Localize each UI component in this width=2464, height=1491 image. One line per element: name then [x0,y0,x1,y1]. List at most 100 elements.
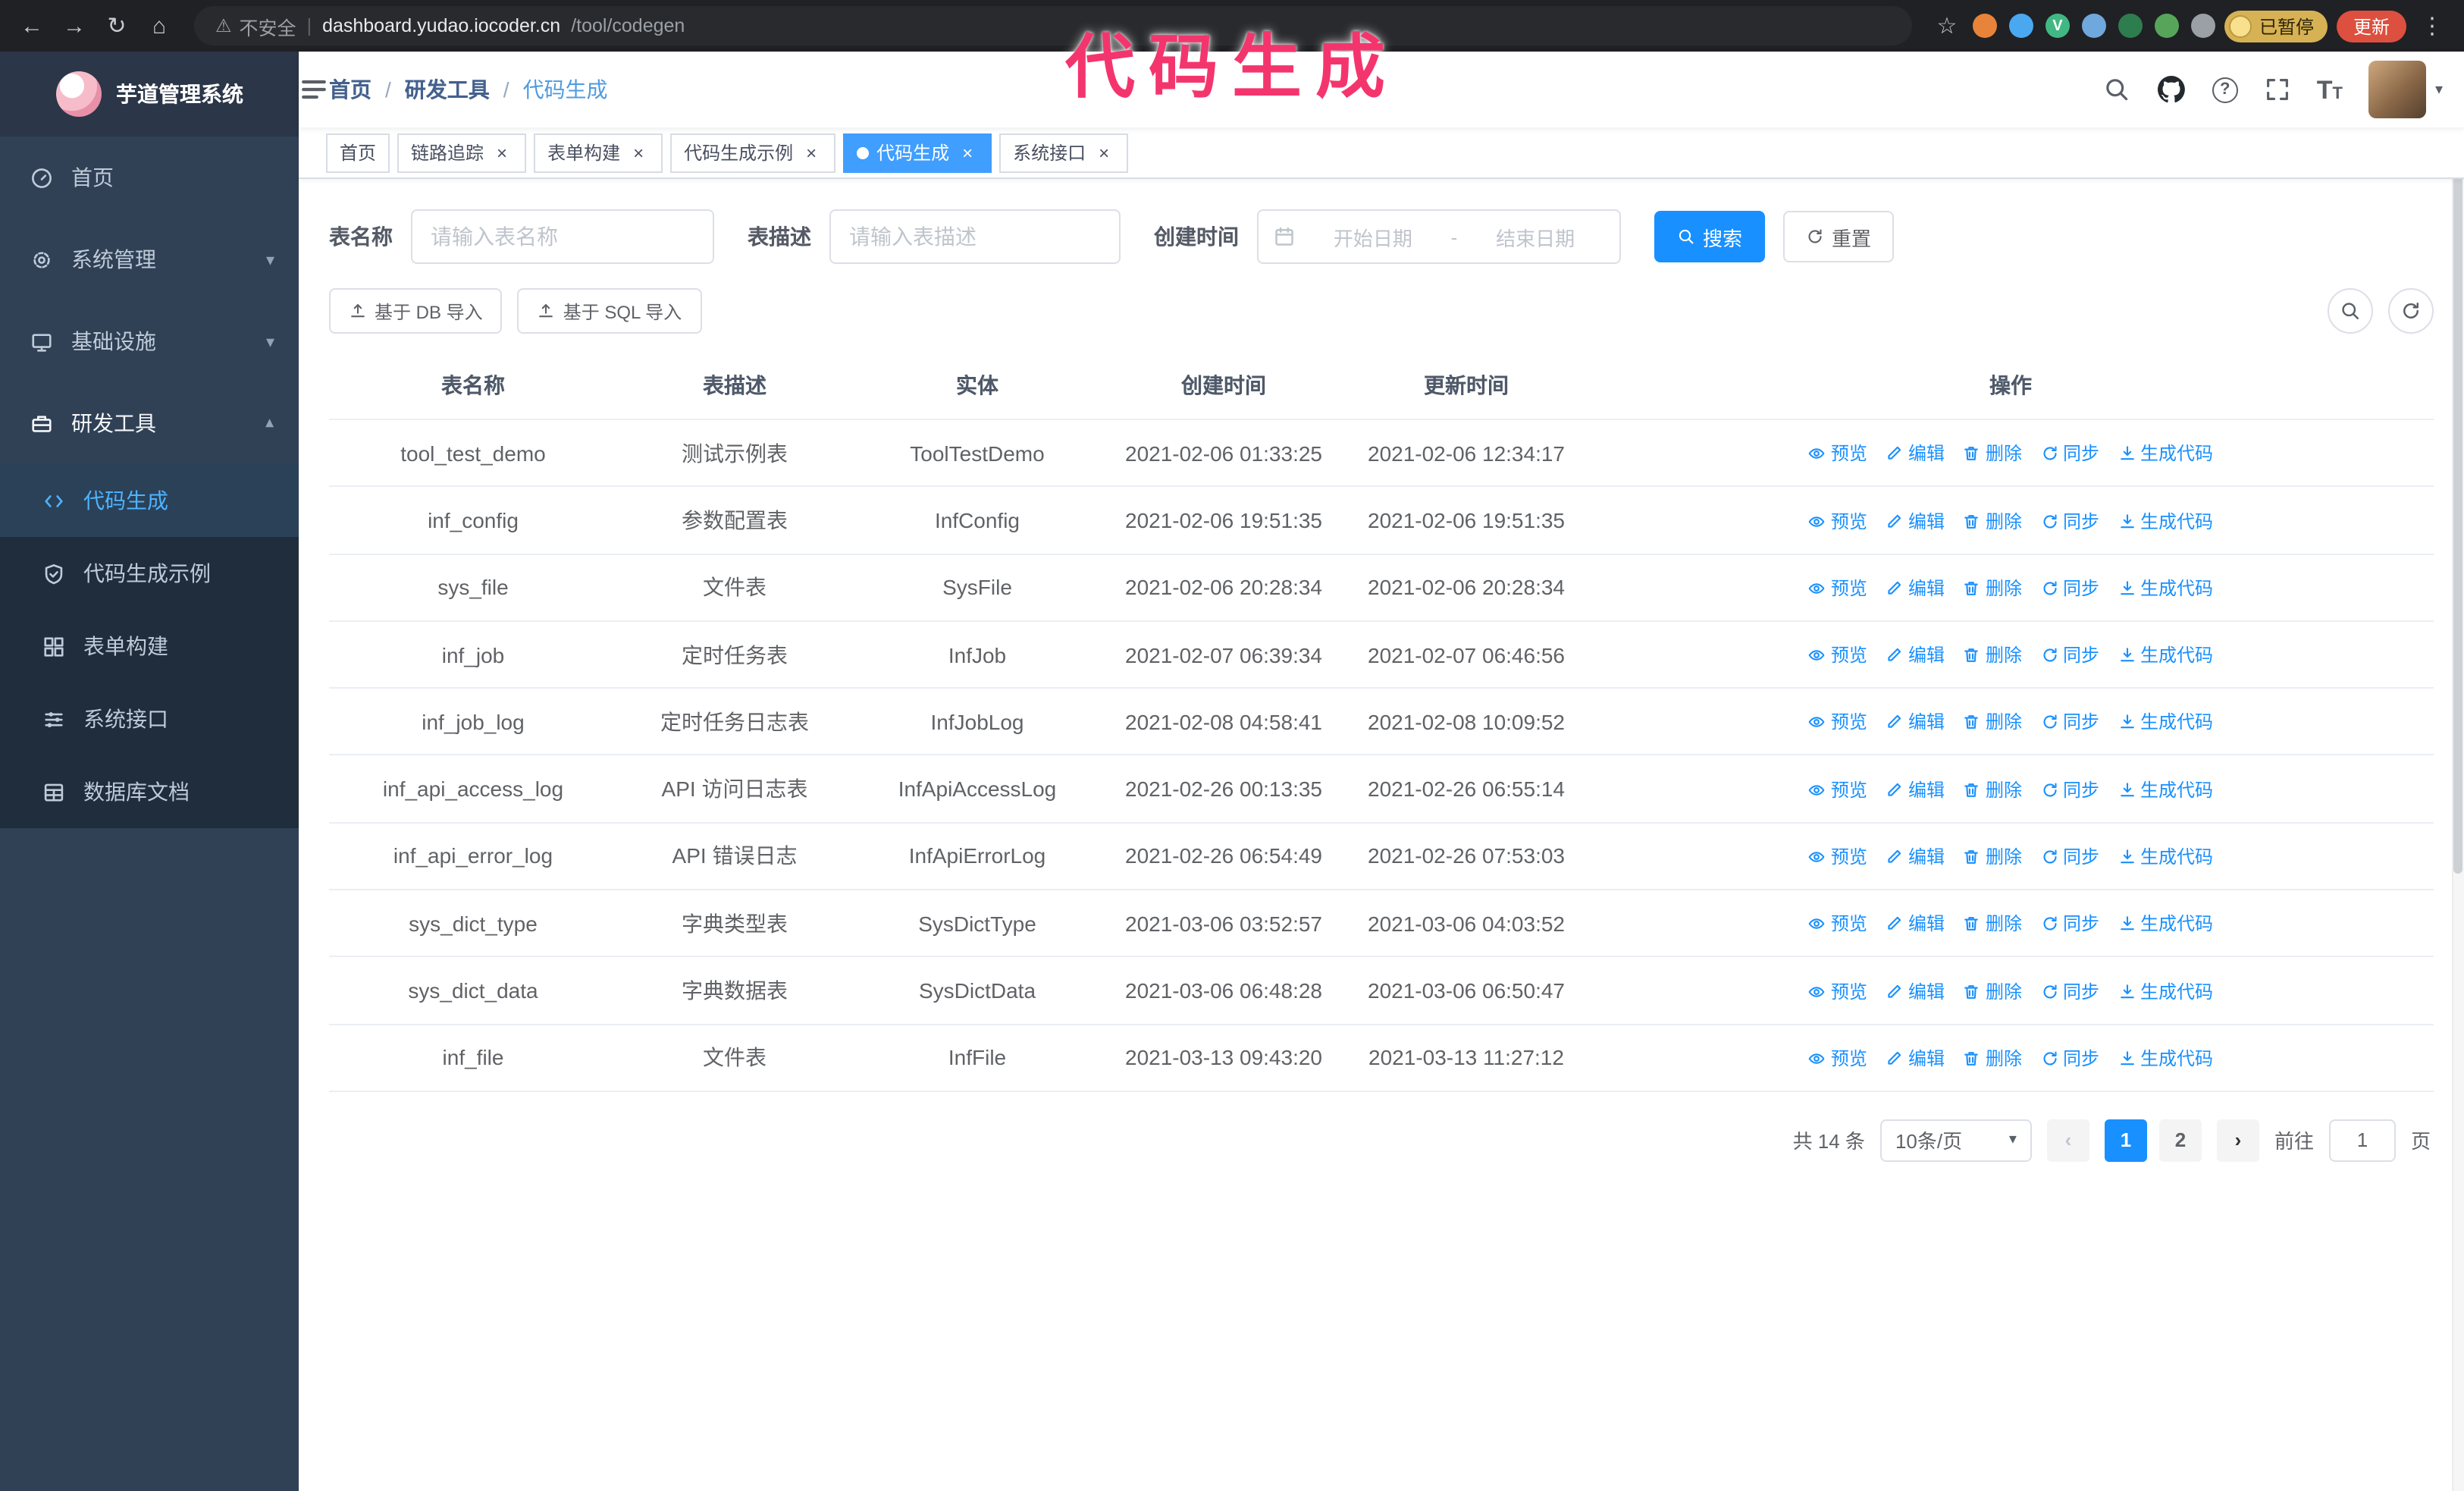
sidebar-item[interactable]: 基础设施 ▾ [0,300,299,382]
edit-link[interactable]: 编辑 [1886,639,1945,672]
generate-code-link[interactable]: 生成代码 [2118,639,2213,672]
import-sql-button[interactable]: 基于 SQL 导入 [517,288,702,334]
sync-link[interactable]: 同步 [2040,572,2099,605]
preview-link[interactable]: 预览 [1808,840,1867,874]
toggle-search-button[interactable] [2328,288,2373,334]
water-drop-extension-icon[interactable] [2008,14,2033,38]
close-icon[interactable]: × [628,142,649,163]
delete-link[interactable]: 删除 [1963,774,2022,807]
close-icon[interactable]: × [491,142,513,163]
contacts-extension-icon[interactable] [2081,14,2106,38]
forward-icon[interactable]: → [58,14,91,37]
sync-link[interactable]: 同步 [2040,504,2099,538]
sidebar-item[interactable]: 系统管理 ▾ [0,218,299,300]
close-icon[interactable]: × [957,142,978,163]
leaf-extension-icon[interactable] [2154,14,2179,38]
sidebar-subitem[interactable]: 系统接口 [0,683,299,755]
sidebar-subitem[interactable]: 表单构建 [0,610,299,683]
delete-link[interactable]: 删除 [1963,639,2022,672]
preview-link[interactable]: 预览 [1808,1042,1867,1075]
generate-code-link[interactable]: 生成代码 [2118,706,2213,739]
fullscreen-icon[interactable] [2264,76,2291,103]
delete-link[interactable]: 删除 [1963,1042,2022,1075]
next-page-button[interactable]: › [2216,1119,2259,1162]
refresh-table-button[interactable] [2388,288,2434,334]
puzzle-extension-icon[interactable] [2190,14,2215,38]
generate-code-link[interactable]: 生成代码 [2118,438,2213,471]
tab[interactable]: 系统接口 × [999,133,1129,172]
edit-link[interactable]: 编辑 [1886,504,1945,538]
goto-page-input[interactable] [2328,1119,2396,1162]
app-logo[interactable]: 芋道管理系统 [0,52,299,137]
edit-link[interactable]: 编辑 [1886,840,1945,874]
edit-link[interactable]: 编辑 [1886,1042,1945,1075]
github-icon[interactable] [2156,74,2187,105]
delete-link[interactable]: 删除 [1963,504,2022,538]
search-button[interactable]: 搜索 [1654,211,1766,262]
sidebar-subitem[interactable]: 数据库文档 [0,755,299,828]
fox-extension-icon[interactable] [1972,14,1997,38]
preview-link[interactable]: 预览 [1808,908,1867,941]
tab[interactable]: 首页 [326,133,390,172]
sync-link[interactable]: 同步 [2040,706,2099,739]
reload-icon[interactable]: ↻ [100,14,133,37]
back-icon[interactable]: ← [15,14,49,37]
chrome-menu-icon[interactable]: ⋮ [2415,14,2449,37]
import-db-button[interactable]: 基于 DB 导入 [329,288,503,334]
sync-link[interactable]: 同步 [2040,840,2099,874]
sidebar-subitem[interactable]: 代码生成 [0,464,299,537]
help-icon[interactable]: ? [2212,77,2238,102]
delete-link[interactable]: 删除 [1963,572,2022,605]
delete-link[interactable]: 删除 [1963,438,2022,471]
preview-link[interactable]: 预览 [1808,975,1867,1008]
reset-button[interactable]: 重置 [1783,211,1895,262]
sync-link[interactable]: 同步 [2040,774,2099,807]
close-icon[interactable]: × [801,142,822,163]
hamburger-icon[interactable] [299,74,329,105]
tab[interactable]: 代码生成 × [843,133,992,172]
generate-code-link[interactable]: 生成代码 [2118,908,2213,941]
prev-page-button[interactable]: ‹ [2046,1119,2089,1162]
breadcrumb-item[interactable]: 研发工具 [405,74,490,105]
search-icon[interactable] [2103,76,2130,103]
security-chip[interactable]: ⚠ 不安全 [215,11,296,40]
edit-link[interactable]: 编辑 [1886,975,1945,1008]
preview-link[interactable]: 预览 [1808,572,1867,605]
sync-link[interactable]: 同步 [2040,639,2099,672]
generate-code-link[interactable]: 生成代码 [2118,975,2213,1008]
sync-link[interactable]: 同步 [2040,975,2099,1008]
sidebar-subitem[interactable]: 代码生成示例 [0,537,299,610]
page-scrollbar[interactable] [2452,52,2464,1491]
preview-link[interactable]: 预览 [1808,774,1867,807]
tab[interactable]: 代码生成示例 × [670,133,836,172]
edit-link[interactable]: 编辑 [1886,572,1945,605]
page-button[interactable]: 2 [2158,1119,2202,1162]
table-name-input[interactable] [411,209,714,264]
profile-paused-badge[interactable]: 已暂停 [2224,10,2328,42]
generate-code-link[interactable]: 生成代码 [2118,572,2213,605]
tab[interactable]: 表单构建 × [534,133,663,172]
font-size-icon[interactable]: TT [2317,77,2343,102]
bookmark-star-icon[interactable]: ☆ [1930,14,1964,37]
chrome-update-button[interactable]: 更新 [2336,10,2406,42]
teal-badge-extension-icon[interactable] [2118,14,2143,38]
preview-link[interactable]: 预览 [1808,438,1867,471]
delete-link[interactable]: 删除 [1963,706,2022,739]
page-button[interactable]: 1 [2104,1119,2147,1162]
sidebar-item[interactable]: 首页 [0,137,299,218]
delete-link[interactable]: 删除 [1963,840,2022,874]
edit-link[interactable]: 编辑 [1886,706,1945,739]
tab[interactable]: 链路追踪 × [397,133,527,172]
delete-link[interactable]: 删除 [1963,975,2022,1008]
generate-code-link[interactable]: 生成代码 [2118,504,2213,538]
sync-link[interactable]: 同步 [2040,438,2099,471]
create-time-range-picker[interactable]: 开始日期 - 结束日期 [1257,209,1621,264]
sidebar-item[interactable]: 研发工具 ▾ [0,382,299,464]
home-icon[interactable]: ⌂ [143,14,176,37]
edit-link[interactable]: 编辑 [1886,438,1945,471]
breadcrumb-item[interactable]: 首页 [329,74,371,105]
close-icon[interactable]: × [1093,142,1114,163]
sync-link[interactable]: 同步 [2040,908,2099,941]
preview-link[interactable]: 预览 [1808,706,1867,739]
preview-link[interactable]: 预览 [1808,504,1867,538]
